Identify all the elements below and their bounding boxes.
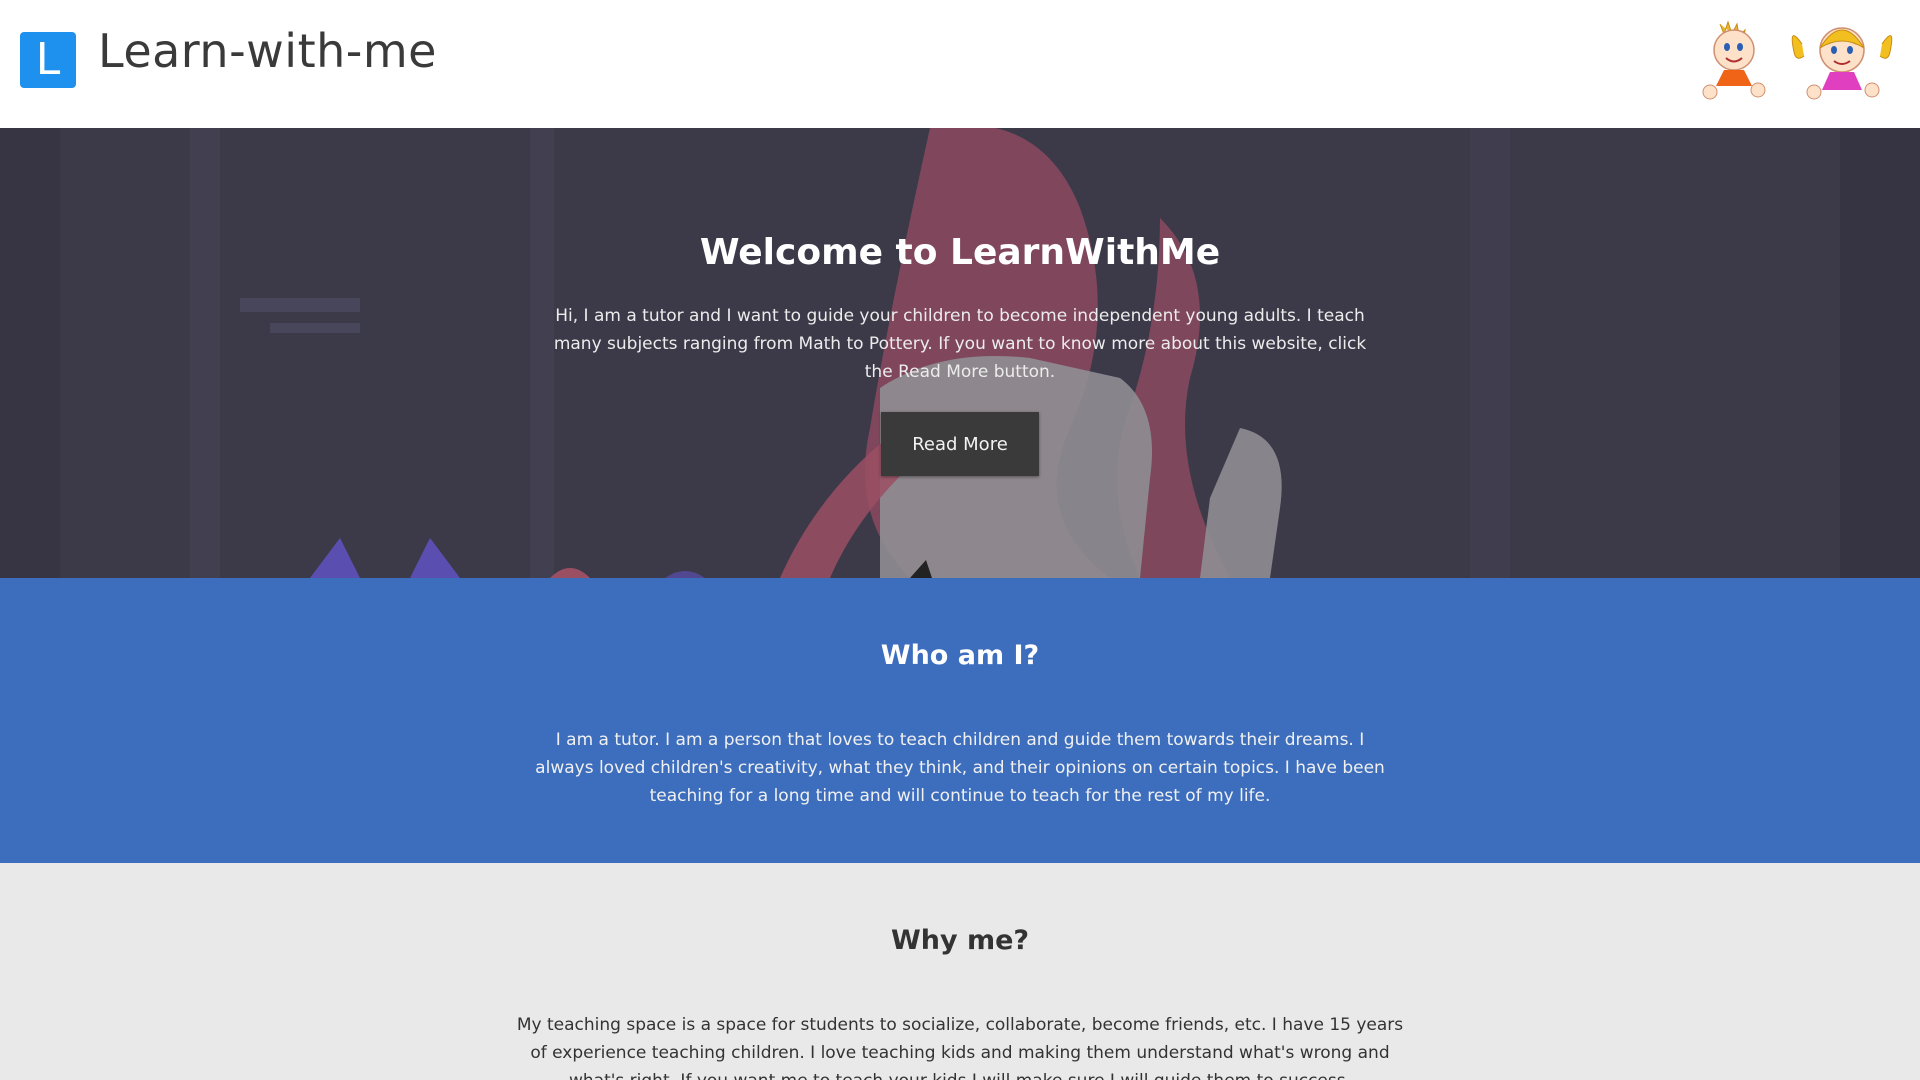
hero-description: Hi, I am a tutor and I want to guide you… [553,306,1367,382]
why-me-heading: Why me? [890,925,1030,956]
hero-title: Welcome to LearnWithMe [699,232,1221,273]
who-am-i-text: I am a tutor. I am a person that loves t… [535,730,1385,806]
read-more-button[interactable]: Read More [881,412,1039,476]
why-me-text: My teaching space is a space for student… [516,1015,1404,1080]
site-header: L Learn-with-me [0,0,1920,128]
who-am-i-section: Who am I? I am a tutor. I am a person th… [0,578,1920,863]
site-title[interactable]: Learn-with-me [98,24,437,78]
girl-figure [1791,27,1893,100]
boy-figure [1702,20,1766,100]
logo-icon[interactable]: L [20,32,76,88]
who-am-i-heading: Who am I? [880,640,1040,671]
why-me-section: Why me? My teaching space is a space for… [0,863,1920,1080]
kids-illustration [1702,20,1893,100]
hero-section: Welcome to LearnWithMe Hi, I am a tutor … [0,128,1920,578]
